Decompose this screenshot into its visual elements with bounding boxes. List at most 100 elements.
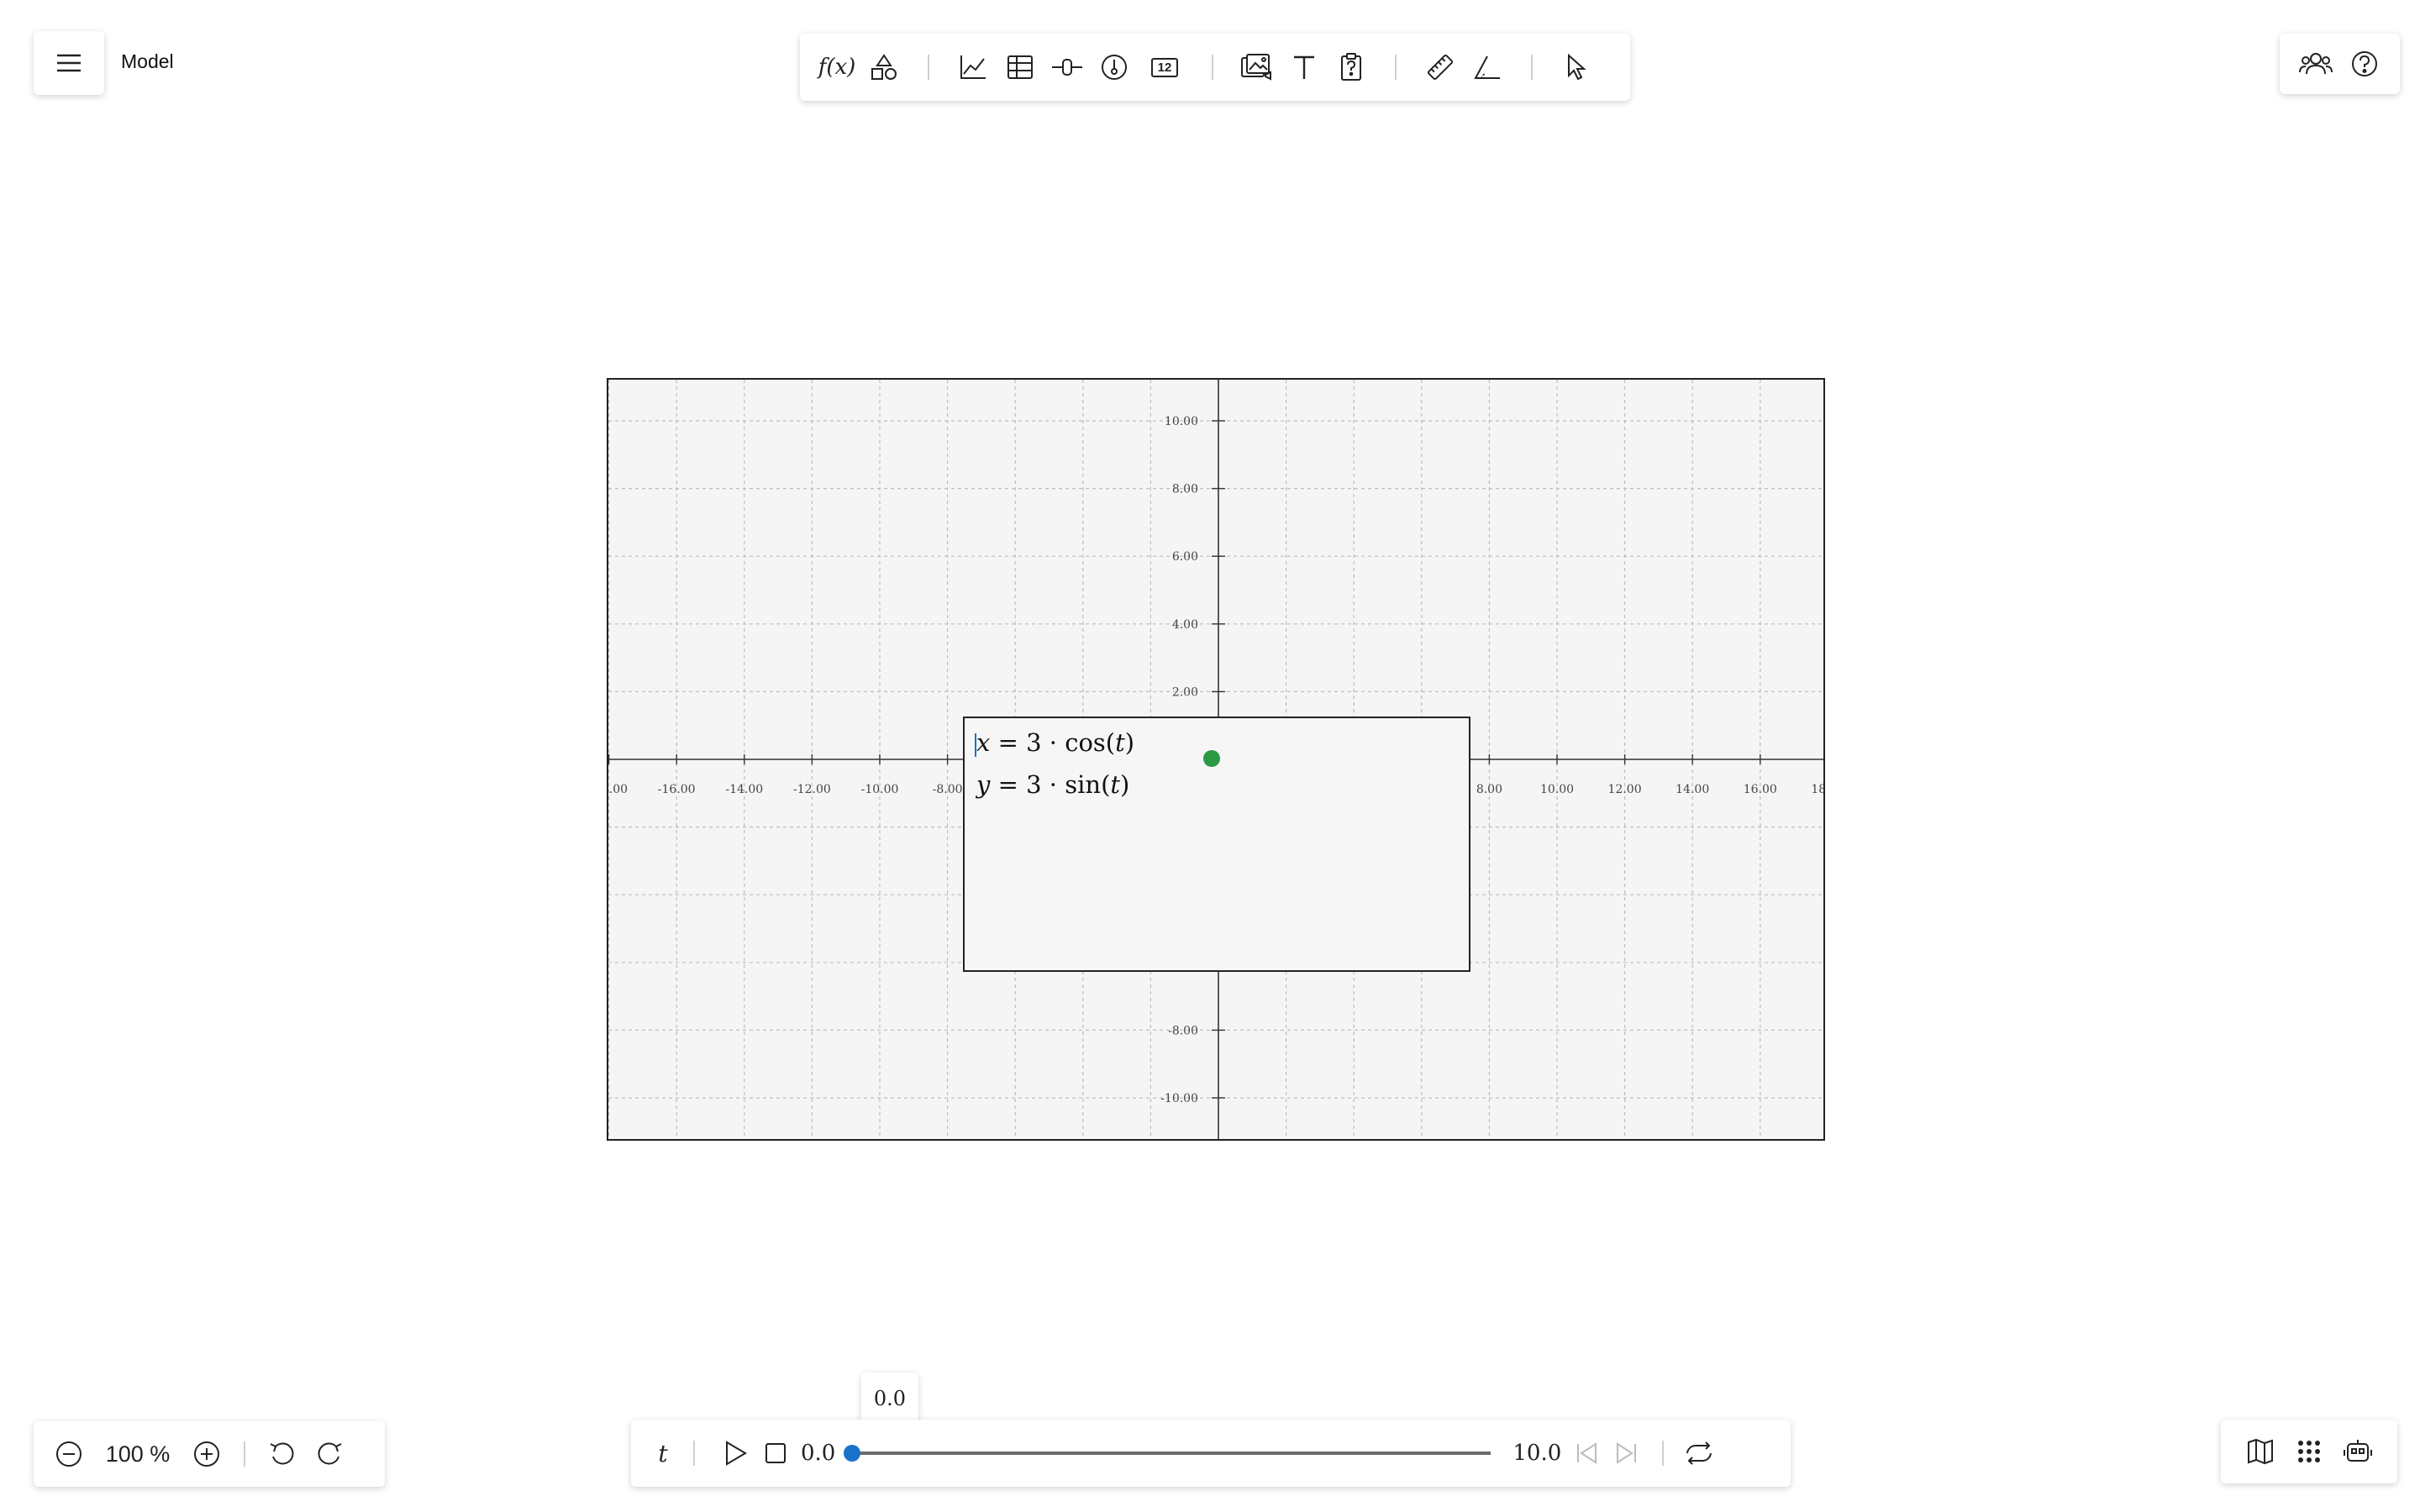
parameter-slider-track[interactable] [844,1445,1491,1462]
zoom-out-button[interactable] [49,1434,89,1474]
table-tool-button[interactable] [1000,47,1040,87]
x-tick-label: 14.00 [1676,783,1709,796]
gauge-tool-button[interactable] [1094,47,1134,87]
toolbar-divider [693,1441,695,1466]
assistant-button[interactable] [2338,1431,2378,1472]
y-tick-label: 8.00 [1172,483,1198,496]
expr-x-body: = 3 · cos( [990,728,1116,757]
loop-button[interactable] [1679,1433,1719,1473]
slider-min-value: 0.0 [801,1441,836,1466]
expression-y: y = 3 · sin(t) [976,770,1129,799]
animation-player: t 0.0 10.0 [631,1420,1791,1487]
parametric-point[interactable] [1203,750,1220,767]
question-card-icon [1339,53,1363,81]
function-icon: f(x) [818,55,856,80]
expr-y-close: ) [1120,770,1130,799]
hamburger-icon [56,53,82,73]
x-tick-label: -12.00 [793,783,831,796]
x-tick-label: 12.00 [1608,783,1642,796]
toolbar-divider [1395,55,1397,80]
zoom-out-icon [55,1440,83,1468]
slider-value-tooltip: 0.0 [861,1373,918,1425]
slider-max-value: 10.0 [1512,1441,1562,1466]
number-icon: 12 [1150,57,1179,77]
select-tool-button[interactable] [1556,47,1597,87]
robot-icon [2343,1438,2373,1465]
x-tick-label: -16.00 [658,783,696,796]
expr-y-body: = 3 · sin( [990,770,1111,799]
menu-button[interactable] [34,31,104,95]
undo-button[interactable] [262,1434,302,1474]
parameter-name[interactable]: t [648,1440,678,1467]
y-tick-label: -10.00 [1160,1092,1198,1105]
undo-icon [268,1440,297,1468]
skip-back-icon [1574,1441,1599,1466]
zoom-level: 100 % [105,1441,171,1467]
number-tool-button[interactable]: 12 [1141,47,1188,87]
media-icon [1240,53,1274,81]
map-button[interactable] [2240,1431,2281,1472]
x-tick-label: 18.00 [1811,783,1823,796]
line-chart-icon [959,54,987,81]
loop-icon [1684,1440,1714,1467]
apps-button[interactable] [2289,1431,2329,1472]
top-toolbar: f(x) 12 [800,34,1630,101]
y-tick-label: 2.00 [1172,685,1198,699]
table-icon [1007,54,1034,81]
graph-tool-button[interactable] [953,47,993,87]
parameter-slider-handle[interactable] [844,1445,861,1462]
expr-x-var: x [976,728,991,757]
help-button[interactable] [2344,44,2385,84]
y-tick-label: 10.00 [1165,415,1198,428]
play-icon [723,1440,748,1467]
toolbar-divider [928,55,929,80]
x-tick-label: -10.00 [861,783,899,796]
redo-button[interactable] [309,1434,350,1474]
y-tick-label: 6.00 [1172,550,1198,564]
media-tool-button[interactable] [1237,47,1277,87]
shapes-icon [870,53,898,81]
toolbar-divider [244,1441,245,1467]
play-button[interactable] [715,1433,755,1473]
text-tool-button[interactable] [1284,47,1324,87]
redo-icon [315,1440,344,1468]
expr-y-var: y [976,770,991,799]
x-tick-label: -18.00 [608,783,628,796]
skip-forward-icon [1614,1441,1639,1466]
expr-x-param: t [1115,728,1125,757]
zoom-in-button[interactable] [187,1434,227,1474]
x-tick-label: 16.00 [1744,783,1777,796]
stop-button[interactable] [755,1433,796,1473]
model-title: Model [121,50,174,72]
x-tick-label: -8.00 [933,783,963,796]
toolbar-divider [1212,55,1213,80]
shapes-tool-button[interactable] [864,47,904,87]
step-forward-button[interactable] [1607,1433,1647,1473]
book-icon [2246,1438,2275,1465]
zoom-controls: 100 % [34,1421,385,1487]
expr-y-param: t [1110,770,1121,799]
y-tick-label: 4.00 [1172,618,1198,632]
x-tick-label: 8.00 [1476,783,1502,796]
pointer-icon [1565,53,1588,81]
step-back-button[interactable] [1566,1433,1607,1473]
stop-icon [764,1441,787,1465]
help-icon [2350,50,2379,78]
zoom-in-icon [192,1440,221,1468]
collaborators-button[interactable] [2296,44,2336,84]
grid-icon [2296,1439,2322,1464]
expr-x-close: ) [1124,728,1135,757]
gauge-icon [1100,53,1128,81]
ruler-icon [1425,52,1455,82]
function-tool-button[interactable]: f(x) [817,47,857,87]
question-tool-button[interactable] [1331,47,1371,87]
angle-tool-button[interactable] [1467,47,1507,87]
top-right-toolbar [2280,34,2400,94]
ruler-tool-button[interactable] [1420,47,1460,87]
toolbar-divider [1662,1441,1665,1466]
number-badge: 12 [1157,60,1172,75]
expression-x: x = 3 · cos(t) [976,728,1134,757]
x-tick-label: -14.00 [725,783,763,796]
slider-tool-button[interactable] [1047,47,1087,87]
slider-icon [1051,55,1083,79]
